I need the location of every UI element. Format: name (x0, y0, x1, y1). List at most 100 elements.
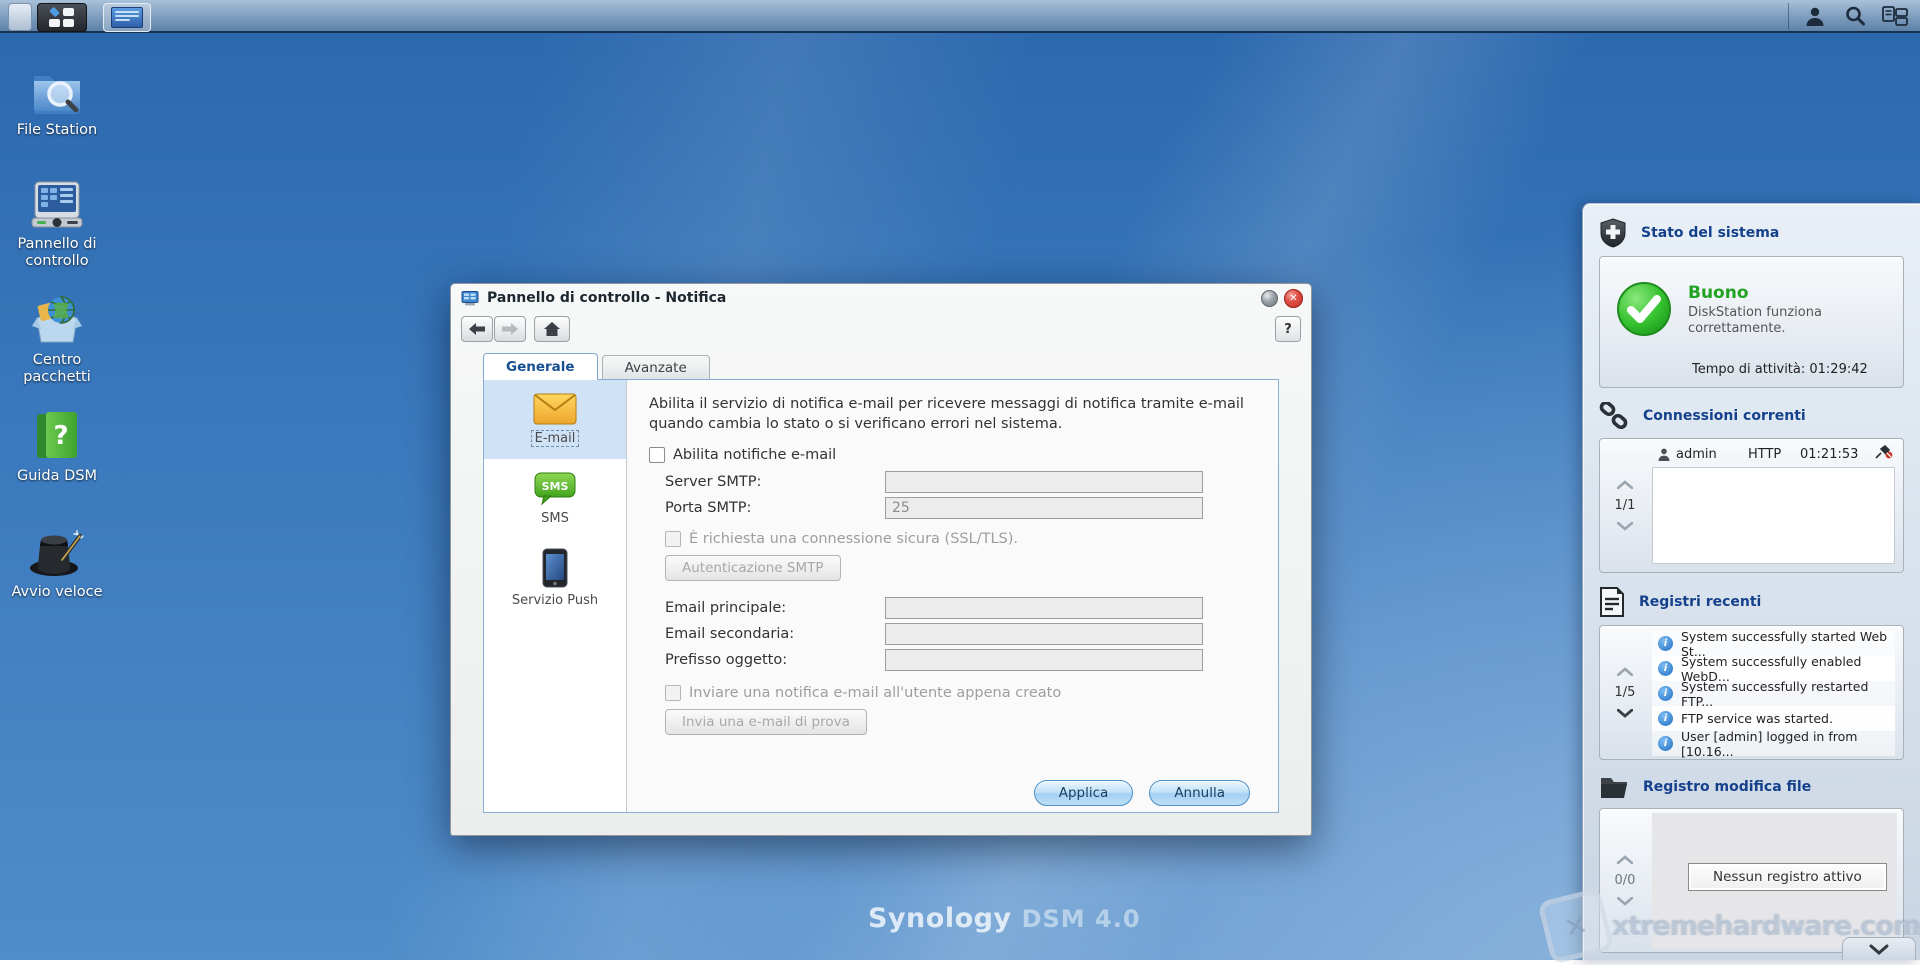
user-menu-icon[interactable] (1802, 4, 1828, 28)
brand-product: DSM 4.0 (1022, 905, 1141, 933)
smtp-server-label: Server SMTP: (665, 474, 885, 490)
secondary-email-row: Email secondaria: (665, 621, 1252, 647)
log-row[interactable]: i User [admin] logged in from [10.16... (1652, 731, 1895, 756)
tab-generale[interactable]: Generale (483, 353, 598, 380)
show-desktop-button[interactable] (8, 3, 32, 31)
page-indicator: 0/0 (1615, 873, 1636, 888)
notify-new-user-label: Inviare una notifica e-mail all'utente a… (689, 685, 1061, 701)
sidebar-item-label: SMS (541, 511, 569, 526)
file-log-pager: 0/0 (1600, 809, 1650, 952)
send-test-email-button[interactable]: Invia una e-mail di prova (665, 709, 867, 735)
desktop-icon-label: File Station (2, 122, 112, 139)
log-text: System successfully restarted FTP... (1681, 679, 1895, 709)
forward-arrow-icon (502, 323, 518, 335)
chevron-down-icon (1869, 944, 1889, 955)
status-description: DiskStation funziona correttamente. (1688, 305, 1848, 338)
page-down-icon[interactable] (1617, 522, 1633, 531)
log-list: iSystem successfully started Web St... i… (1652, 631, 1895, 756)
widget-title: Stato del sistema (1641, 225, 1779, 241)
smtp-server-input[interactable] (885, 471, 1203, 493)
info-icon: i (1658, 686, 1673, 701)
page-up-icon[interactable] (1617, 667, 1633, 676)
log-row[interactable]: iFTP service was started. (1652, 706, 1895, 731)
page-indicator: 1/1 (1615, 498, 1636, 513)
page-up-icon[interactable] (1617, 855, 1633, 864)
close-button[interactable]: ✕ (1284, 289, 1303, 308)
quick-start-icon (2, 524, 112, 578)
ssl-checkbox[interactable] (665, 531, 681, 547)
desktop-icon-file-station[interactable]: File Station (2, 62, 112, 139)
sidebar-item-sms[interactable]: SMS SMS (484, 459, 626, 538)
home-button[interactable] (534, 316, 570, 342)
desktop-icon-dsm-help[interactable]: ? Guida DSM (2, 408, 112, 485)
smtp-port-input[interactable] (885, 497, 1203, 519)
secondary-email-input[interactable] (885, 623, 1203, 645)
desktop-icon-control-panel[interactable]: Pannello di controllo (2, 176, 112, 269)
window-toolbar: ? (461, 316, 1301, 342)
recent-logs-header: Registri recenti (1583, 573, 1920, 625)
status-value: Buono (1688, 283, 1848, 303)
log-row[interactable]: iSystem successfully started Web St... (1652, 631, 1895, 656)
search-icon[interactable] (1842, 4, 1868, 28)
notify-new-user-checkbox[interactable] (665, 685, 681, 701)
desktop-icon-package-center[interactable]: Centro pacchetti (2, 292, 112, 385)
log-row[interactable]: iSystem successfully enabled WebD... (1652, 656, 1895, 681)
taskbar-task-control-panel[interactable] (103, 3, 151, 32)
enable-email-label: Abilita notifiche e-mail (673, 447, 836, 463)
tab-label: Generale (506, 359, 575, 375)
forward-button[interactable] (494, 316, 526, 342)
notify-new-user-checkbox-row: Inviare una notifica e-mail all'utente a… (665, 685, 1252, 701)
connections-card: 1/1 admin HTTP 01:21:53 (1599, 438, 1904, 573)
sidebar-item-push-service[interactable]: Servizio Push (484, 538, 626, 617)
widget-title: Registri recenti (1639, 594, 1761, 610)
taskbar-divider (1788, 3, 1789, 29)
desktop-icon-label: Guida DSM (2, 468, 112, 485)
user-icon (1658, 448, 1670, 461)
connections-header: Connessioni correnti (1583, 388, 1920, 438)
enable-email-checkbox[interactable] (649, 447, 665, 463)
primary-email-input[interactable] (885, 597, 1203, 619)
system-status-header: Stato del sistema (1583, 204, 1920, 256)
package-center-icon (2, 292, 112, 346)
page-down-icon[interactable] (1617, 709, 1633, 718)
svg-text:SMS: SMS (542, 480, 569, 493)
primary-email-label: Email principale: (665, 600, 885, 616)
connection-time: 01:21:53 (1800, 447, 1858, 462)
notification-sidebar: E-mail SMS SMS (484, 380, 627, 812)
page-up-icon[interactable] (1617, 480, 1633, 489)
control-panel-task-icon (111, 7, 143, 28)
page-down-icon[interactable] (1617, 897, 1633, 906)
info-icon: i (1658, 736, 1673, 751)
subject-prefix-input[interactable] (885, 649, 1203, 671)
tab-avanzate[interactable]: Avanzate (602, 355, 710, 380)
system-status-shield-icon (1599, 218, 1627, 248)
no-active-log-label: Nessun registro attivo (1688, 863, 1887, 891)
dsm-help-icon: ? (2, 408, 112, 462)
panel-scroll-tab[interactable] (1842, 937, 1916, 960)
main-menu-grid-icon (49, 8, 75, 28)
minimize-button[interactable] (1261, 290, 1278, 307)
taskbar (0, 0, 1920, 33)
window-titlebar[interactable]: Pannello di controllo - Notifica ✕ (451, 284, 1311, 312)
smtp-auth-button[interactable]: Autenticazione SMTP (665, 555, 841, 581)
disconnect-icon[interactable] (1875, 445, 1893, 459)
desktop-icon-quick-start[interactable]: Avvio veloce (2, 524, 112, 601)
chain-link-icon (1599, 402, 1629, 430)
smtp-port-row: Porta SMTP: (665, 495, 1252, 521)
email-icon (533, 393, 577, 425)
help-button[interactable]: ? (1275, 316, 1301, 342)
log-row[interactable]: i System successfully restarted FTP... (1652, 681, 1895, 706)
smtp-port-label: Porta SMTP: (665, 500, 885, 516)
sidebar-item-email[interactable]: E-mail (484, 380, 626, 459)
connection-protocol: HTTP (1748, 447, 1800, 462)
secondary-email-label: Email secondaria: (665, 626, 885, 642)
back-button[interactable] (461, 316, 493, 342)
desktop-icon-label: Centro pacchetti (2, 352, 112, 385)
main-menu-button[interactable] (37, 3, 87, 32)
pilot-view-icon[interactable] (1882, 4, 1908, 28)
cancel-button[interactable]: Annulla (1149, 780, 1250, 806)
info-icon: i (1658, 711, 1673, 726)
system-status-card: Buono DiskStation funziona correttamente… (1599, 256, 1904, 388)
apply-button[interactable]: Applica (1034, 780, 1134, 806)
log-text: User [admin] logged in from [10.16... (1681, 729, 1895, 759)
